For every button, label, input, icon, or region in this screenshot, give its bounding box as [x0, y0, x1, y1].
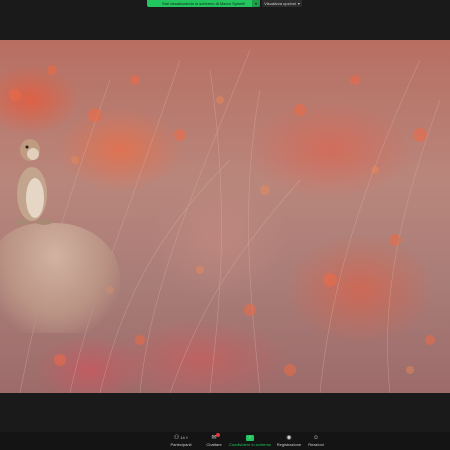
reactions-label: Reazioni [308, 442, 324, 447]
rock [0, 223, 120, 333]
participants-button[interactable]: ⚇ 14 ˄ Partecipanti [164, 434, 198, 449]
participants-icon-wrap: ⚇ 14 ˄ [174, 434, 188, 442]
participants-label: Partecipanti [170, 442, 192, 447]
chevron-down-icon: ▾ [297, 1, 300, 6]
reactions-button[interactable]: ☺ Reazioni [299, 434, 333, 449]
notification-badge [215, 433, 220, 437]
participants-icon: ⚇ [173, 435, 180, 441]
chevron-down-icon[interactable]: ▾ [252, 0, 260, 7]
reactions-icon: ☺ [312, 435, 320, 441]
view-options-label: Visualizza opzioni [264, 1, 296, 6]
chevron-up-icon[interactable]: ˄ [186, 434, 188, 442]
background-grass [9, 49, 441, 393]
meeting-toolbar: ⚇ 14 ˄ Partecipanti ✉ Chattare ↑ Condivi… [0, 432, 450, 450]
chat-button[interactable]: ✉ Chattare [197, 433, 231, 449]
shared-screen-content [0, 40, 450, 393]
share-screen-icon: ↑ [246, 435, 254, 441]
reactions-icon-wrap: ☺ [313, 434, 319, 442]
share-screen-icon-wrap: ↑ [246, 434, 254, 442]
top-bar: Stai visualizzando lo schermo di Marco S… [0, 0, 450, 40]
record-icon-wrap: ◉ [286, 434, 291, 442]
ground-squirrel [15, 139, 52, 225]
chat-icon-wrap: ✉ [211, 433, 220, 442]
record-icon: ◉ [286, 435, 292, 441]
share-screen-label: Condividere lo schermo [228, 442, 272, 447]
participants-count: 14 [180, 435, 185, 440]
chat-label: Chattare [206, 442, 222, 447]
view-options-button[interactable]: Visualizza opzioni ▾ [262, 0, 302, 7]
screen-share-banner[interactable]: Stai visualizzando lo schermo di Marco S… [147, 0, 260, 7]
screen-share-banner-text: Stai visualizzando lo schermo di Marco S… [161, 1, 246, 6]
share-screen-button[interactable]: ↑ Condividere lo schermo [229, 434, 271, 449]
record-label: Registrazione [276, 442, 302, 447]
